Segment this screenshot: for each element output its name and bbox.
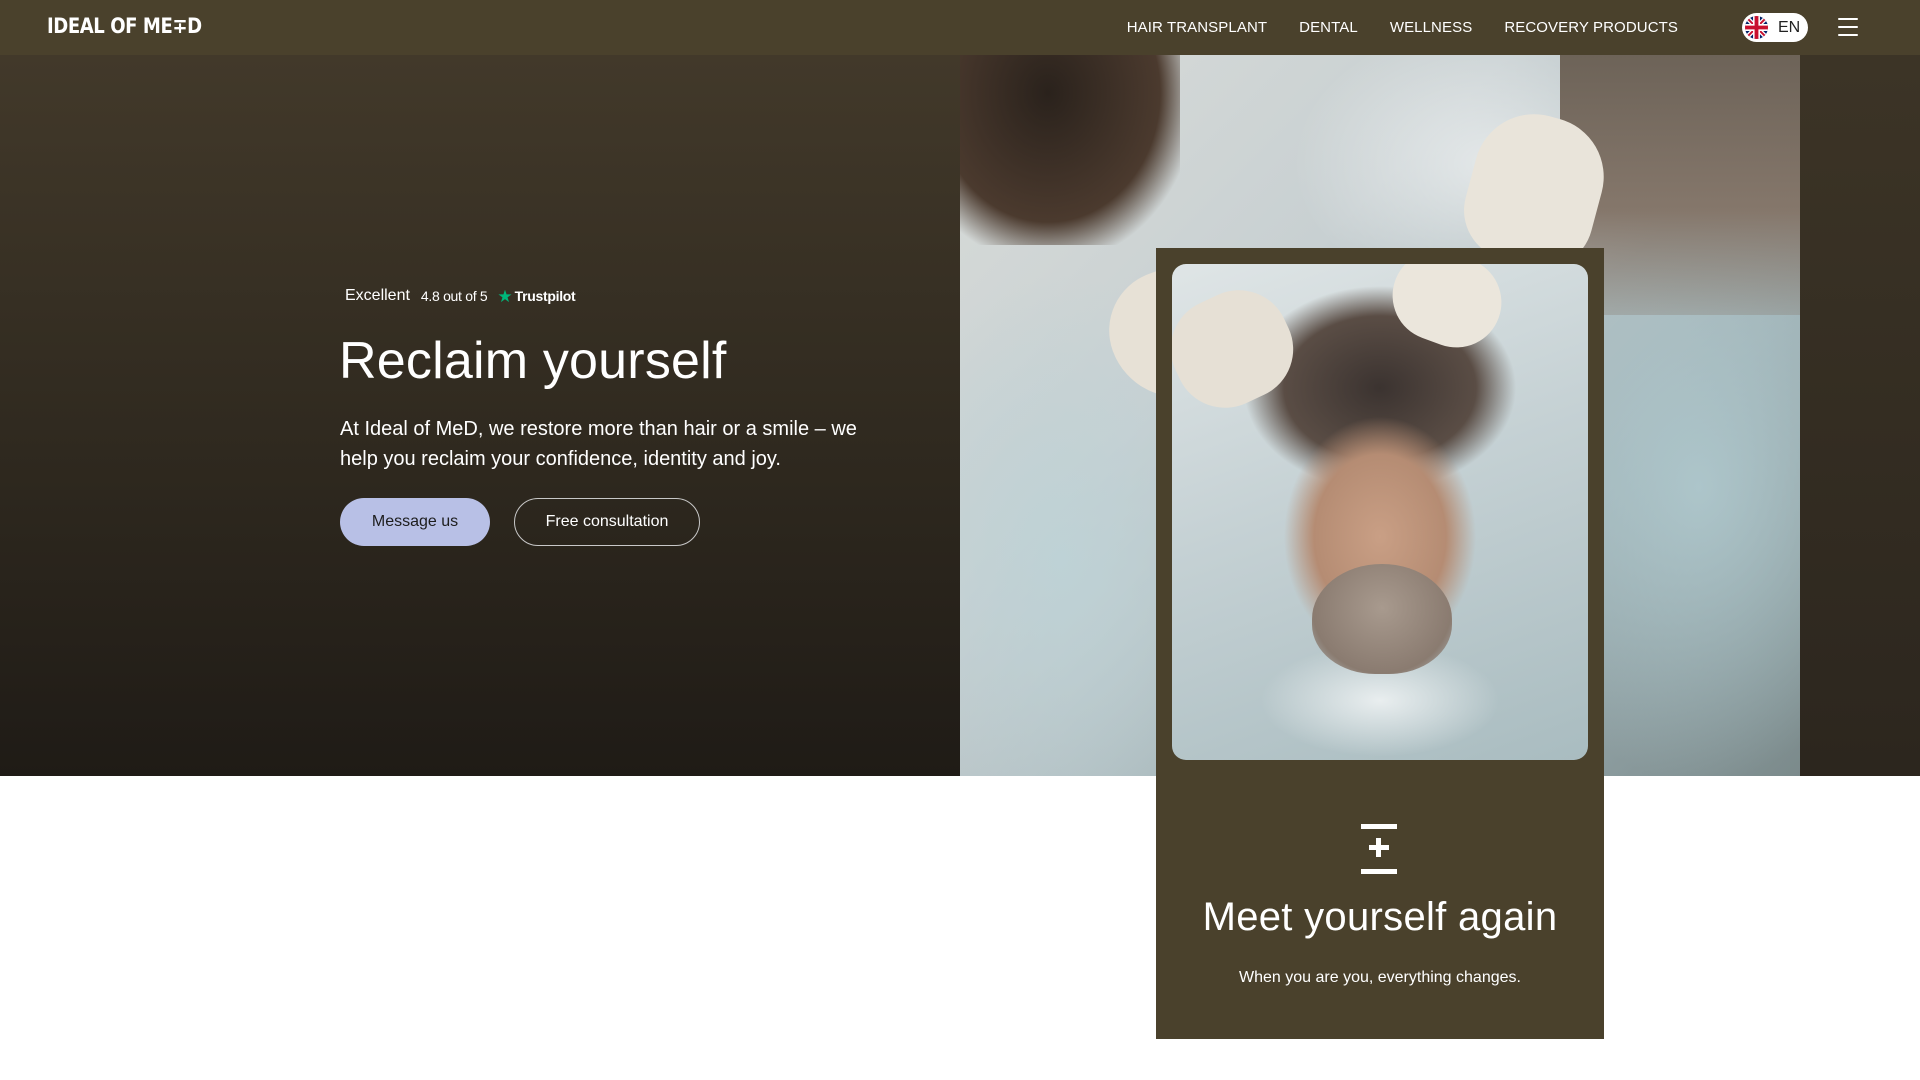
language-selector[interactable]: EN: [1742, 13, 1808, 42]
nav-link-recovery-products[interactable]: RECOVERY PRODUCTS: [1504, 19, 1678, 36]
hamburger-menu-icon[interactable]: [1838, 18, 1858, 36]
glove-shape: [1379, 264, 1515, 361]
main-nav: HAIR TRANSPLANT DENTAL WELLNESS RECOVERY…: [1127, 0, 1678, 55]
trustpilot-rating[interactable]: Excellent 4.8 out of 5 ★ Trustpilot: [345, 286, 576, 306]
doctor-hair-shape: [960, 55, 1180, 245]
card-title: Meet yourself again: [1202, 895, 1558, 939]
brand-mark-icon: [1361, 824, 1397, 874]
card-subtitle: When you are you, everything changes.: [1239, 969, 1521, 986]
language-label: EN: [1778, 18, 1801, 36]
trustpilot-star-icon: ★: [497, 286, 513, 306]
site-logo[interactable]: IDEAL OF ME∓D: [47, 14, 202, 38]
top-navbar: IDEAL OF ME∓D HAIR TRANSPLANT DENTAL WEL…: [0, 0, 1920, 55]
glove-shape: [1172, 273, 1310, 425]
free-consultation-button[interactable]: Free consultation: [514, 498, 700, 546]
hero-description: At Ideal of MeD, we restore more than ha…: [340, 418, 857, 470]
beard-shape: [1312, 564, 1452, 674]
message-us-button[interactable]: Message us: [340, 498, 490, 546]
feature-card: Meet yourself again When you are you, ev…: [1156, 248, 1604, 1039]
uk-flag-icon: [1745, 16, 1768, 39]
hero-title: Reclaim yourself: [339, 332, 727, 390]
rating-score: 4.8 out of 5: [420, 288, 488, 304]
hero-right-strip: [1800, 55, 1920, 776]
patient-photo: [1172, 264, 1588, 760]
nav-link-hair-transplant[interactable]: HAIR TRANSPLANT: [1127, 19, 1267, 36]
trustpilot-brand: Trustpilot: [514, 288, 576, 304]
rating-label: Excellent: [345, 287, 410, 304]
nav-link-dental[interactable]: DENTAL: [1299, 19, 1358, 36]
nav-link-wellness[interactable]: WELLNESS: [1390, 19, 1473, 36]
